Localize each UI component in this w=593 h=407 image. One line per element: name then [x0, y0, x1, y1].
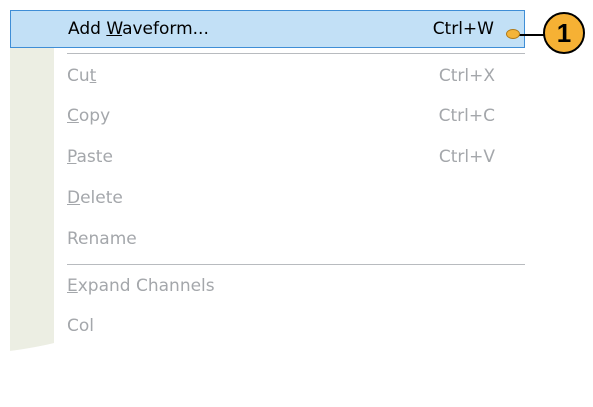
menu-separator	[67, 53, 525, 54]
menu-item-label: Add Waveform...	[68, 19, 209, 39]
menu-item-label: Cut	[67, 66, 97, 86]
callout-anchor-dot	[506, 29, 520, 39]
menu-item-cut[interactable]: Cut Ctrl+X	[10, 56, 525, 96]
menu-item-shortcut: Ctrl+W	[432, 19, 494, 39]
menu-item-delete[interactable]: Delete	[10, 178, 525, 218]
menu-item-shortcut: Ctrl+X	[438, 66, 495, 86]
menu-item-label: Paste	[67, 147, 113, 167]
menu-item-rename[interactable]: Rename	[10, 219, 525, 259]
menu-item-label: Rename	[67, 229, 137, 249]
menu-separator	[67, 264, 525, 265]
torn-edge-overlay	[0, 303, 593, 407]
menu-item-add-waveform[interactable]: Add Waveform... Ctrl+W	[10, 10, 525, 48]
menu-item-shortcut: Ctrl+C	[438, 106, 495, 126]
menu-item-label: Delete	[67, 188, 123, 208]
menu-item-paste[interactable]: Paste Ctrl+V	[10, 137, 525, 177]
menu-item-shortcut: Ctrl+V	[438, 147, 495, 167]
menu-item-copy[interactable]: Copy Ctrl+C	[10, 96, 525, 136]
callout-number-badge: 1	[543, 12, 585, 54]
menu-item-label: Copy	[67, 106, 111, 126]
